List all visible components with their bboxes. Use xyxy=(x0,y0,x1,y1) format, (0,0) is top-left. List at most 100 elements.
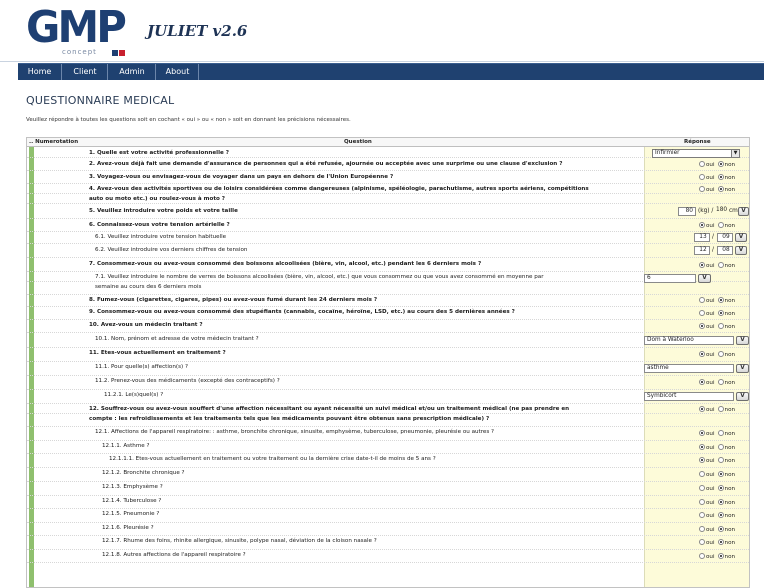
radio-oui[interactable] xyxy=(699,262,705,268)
yes-no-radio-group: oui non xyxy=(699,457,738,464)
radio-non[interactable] xyxy=(717,310,724,316)
radio-non[interactable] xyxy=(717,262,724,268)
question-text: 12.1.1.1. Etes-vous actuellement en trai… xyxy=(109,456,436,462)
radio-oui[interactable] xyxy=(699,539,705,545)
radio-oui[interactable] xyxy=(699,406,705,412)
diastolic-value: 08 xyxy=(722,247,730,253)
validate-button[interactable]: V xyxy=(735,246,747,255)
height-input[interactable]: 180 xyxy=(716,207,730,216)
yes-no-radio-group: oui non xyxy=(699,430,738,437)
radio-oui[interactable] xyxy=(699,526,705,532)
answer-value: asthme xyxy=(647,365,669,371)
radio-oui-label: oui xyxy=(706,500,715,506)
radio-non[interactable] xyxy=(717,186,724,192)
validate-button[interactable]: V xyxy=(736,336,749,345)
question-row-61: 6.1. Veuillez introduire votre tension h… xyxy=(27,232,749,244)
validate-button[interactable]: V xyxy=(736,364,749,373)
radio-non[interactable] xyxy=(717,444,724,450)
radio-oui[interactable] xyxy=(699,485,705,491)
header-numerotation[interactable]: .. Numerotation xyxy=(29,139,78,145)
radio-non[interactable] xyxy=(717,485,724,491)
diastolic-value: 09 xyxy=(722,234,730,240)
radio-oui[interactable] xyxy=(699,161,705,167)
radio-non[interactable] xyxy=(717,351,724,357)
question-row-1213: 12.1.3. Emphysème ? oui non xyxy=(27,482,749,496)
question-text: 12.1.4. Tuberculose ? xyxy=(102,498,162,504)
weight-input[interactable]: 80 xyxy=(678,207,696,216)
radio-oui-label: oui xyxy=(706,472,715,478)
radio-oui[interactable] xyxy=(699,310,705,316)
question-row-4b: auto ou moto etc.) ou roulez-vous à moto… xyxy=(27,194,749,204)
question-row-7: 7. Consommez-vous ou avez-vous consommé … xyxy=(27,259,749,272)
radio-non[interactable] xyxy=(717,457,724,463)
radio-oui[interactable] xyxy=(699,430,705,436)
radio-non[interactable] xyxy=(717,553,724,559)
question-text: 11. Etes-vous actuellement en traitement… xyxy=(89,350,226,356)
radio-non[interactable] xyxy=(717,471,724,477)
radio-non[interactable] xyxy=(717,539,724,545)
radio-non[interactable] xyxy=(717,430,724,436)
answer-text-input[interactable]: Symbicort xyxy=(644,392,734,401)
yes-no-radio-group: oui non xyxy=(699,512,738,519)
radio-non-label: non xyxy=(724,540,736,546)
question-text: 12.1. Affections de l'appareil respirato… xyxy=(95,429,495,435)
question-text: 12.1.8. Autres affections de l'appareil … xyxy=(102,552,246,558)
radio-non[interactable] xyxy=(717,406,724,412)
question-text: 12.1.6. Pleurésie ? xyxy=(102,525,154,531)
question-row-11: 11. Etes-vous actuellement en traitement… xyxy=(27,348,749,362)
app-header: GMP concept JULIET v2.6 xyxy=(0,0,764,62)
tension-systolic-input[interactable]: 12 xyxy=(694,246,710,255)
question-row-4a: 4. Avez-vous des activités sportives ou … xyxy=(27,184,749,194)
radio-non[interactable] xyxy=(717,499,724,505)
question-row-3: 3. Voyagez-vous ou envisagez-vous de voy… xyxy=(27,172,749,184)
dropdown-arrow-icon[interactable]: ▼ xyxy=(731,150,739,157)
nav-admin[interactable]: Admin xyxy=(109,64,156,80)
yes-no-radio-group: oui non xyxy=(699,499,738,506)
radio-oui[interactable] xyxy=(699,499,705,505)
radio-oui-label: oui xyxy=(706,352,715,358)
radio-non[interactable] xyxy=(717,222,724,228)
radio-non[interactable] xyxy=(717,161,724,167)
radio-oui[interactable] xyxy=(699,379,705,385)
radio-non[interactable] xyxy=(717,379,724,385)
answer-text-input[interactable]: asthme xyxy=(644,364,734,373)
header-response: Réponse xyxy=(684,139,711,145)
tension-diastolic-input[interactable]: 08 xyxy=(717,246,733,255)
validate-button[interactable]: V xyxy=(738,207,749,216)
radio-oui[interactable] xyxy=(699,553,705,559)
validate-button[interactable]: V xyxy=(736,392,749,401)
radio-oui[interactable] xyxy=(699,186,705,192)
radio-oui[interactable] xyxy=(699,457,705,463)
nav-about[interactable]: About xyxy=(157,64,199,80)
radio-non-label: non xyxy=(724,311,736,317)
systolic-value: 12 xyxy=(699,247,707,253)
radio-oui[interactable] xyxy=(699,297,705,303)
radio-oui[interactable] xyxy=(699,351,705,357)
tension-diastolic-input[interactable]: 09 xyxy=(717,233,733,242)
question-row-111: 11.1. Pour quelle(s) affection(s) ? asthm… xyxy=(27,362,749,376)
radio-oui[interactable] xyxy=(699,444,705,450)
question-text: 10. Avez-vous un médecin traitant ? xyxy=(89,322,203,328)
radio-oui[interactable] xyxy=(699,512,705,518)
question-row-2: 2. Avez-vous déjà fait une demande d'ass… xyxy=(27,159,749,171)
radio-oui[interactable] xyxy=(699,323,705,329)
question-row-1121: 11.2.1. Le(s)quel(s) ? Symbicort V xyxy=(27,390,749,404)
profession-select[interactable]: Infirmier ▼ xyxy=(652,149,740,158)
radio-oui[interactable] xyxy=(699,222,705,228)
radio-non[interactable] xyxy=(717,512,724,518)
yes-no-radio-group: oui non xyxy=(699,186,738,193)
radio-non[interactable] xyxy=(717,174,724,180)
radio-non[interactable] xyxy=(717,323,724,329)
answer-text-input[interactable]: Dom à Waterloo xyxy=(644,336,734,345)
radio-oui[interactable] xyxy=(699,174,705,180)
question-row-12111: 12.1.1.1. Etes-vous actuellement en trai… xyxy=(27,454,749,468)
nav-home[interactable]: Home xyxy=(18,64,62,80)
radio-oui[interactable] xyxy=(699,471,705,477)
nav-client[interactable]: Client xyxy=(63,64,108,80)
question-text: 11.1. Pour quelle(s) affection(s) ? xyxy=(95,364,188,370)
question-text: 4. Avez-vous des activités sportives ou … xyxy=(89,186,589,192)
radio-non[interactable] xyxy=(717,526,724,532)
radio-non[interactable] xyxy=(717,297,724,303)
tension-systolic-input[interactable]: 13 xyxy=(694,233,710,242)
validate-button[interactable]: V xyxy=(735,233,747,242)
